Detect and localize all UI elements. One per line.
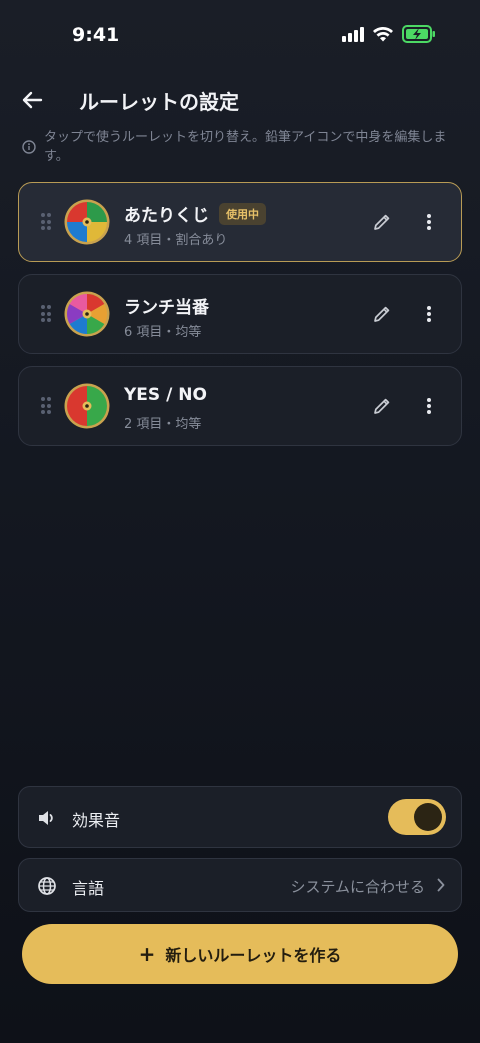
page-title: ルーレットの設定 — [79, 90, 239, 114]
battery-charging-icon — [402, 25, 435, 43]
toggle-knob — [414, 803, 442, 831]
edit-button[interactable] — [369, 209, 395, 235]
create-roulette-label: 新しいルーレットを作る — [165, 946, 342, 965]
back-button[interactable] — [16, 84, 48, 116]
plus-icon: + — [138, 942, 156, 966]
sound-toggle[interactable] — [388, 799, 446, 835]
roulette-wheel-icon — [64, 291, 110, 337]
chevron-right-icon — [437, 878, 445, 892]
pencil-icon — [374, 306, 390, 322]
language-setting-row[interactable]: 言語 システムに合わせる — [18, 858, 462, 912]
status-bar: 9:41 — [0, 0, 480, 70]
status-icons — [342, 25, 436, 43]
roulette-card[interactable]: あたりくじ 使用中 4 項目・割合あり — [18, 182, 462, 262]
roulette-subtitle: 4 項目・割合あり — [124, 233, 228, 248]
edit-button[interactable] — [369, 393, 395, 419]
pencil-icon — [374, 398, 390, 414]
sound-label: 効果音 — [72, 811, 121, 830]
roulette-name: ランチ当番 — [124, 298, 209, 318]
roulette-card[interactable]: ランチ当番 6 項目・均等 — [18, 274, 462, 354]
roulette-subtitle: 2 項目・均等 — [124, 417, 202, 432]
language-label: 言語 — [72, 879, 105, 898]
more-options-button[interactable] — [417, 393, 441, 419]
drag-handle-icon[interactable] — [41, 305, 51, 323]
active-badge: 使用中 — [219, 202, 266, 225]
create-roulette-button[interactable]: + 新しいルーレットを作る — [22, 924, 458, 984]
hint-text: タップで使うルーレットを切り替え。鉛筆アイコンで中身を編集します。 — [44, 130, 447, 164]
more-options-button[interactable] — [417, 301, 441, 327]
drag-handle-icon[interactable] — [41, 213, 51, 231]
speaker-icon — [39, 811, 53, 825]
more-options-button[interactable] — [417, 209, 441, 235]
roulette-title-row: ランチ当番 — [124, 293, 209, 318]
globe-icon — [38, 877, 56, 895]
header: ルーレットの設定 — [0, 80, 480, 120]
roulette-subtitle: 6 項目・均等 — [124, 325, 202, 340]
roulette-card[interactable]: YES / NO 2 項目・均等 — [18, 366, 462, 446]
more-vertical-icon — [427, 398, 431, 414]
more-vertical-icon — [427, 306, 431, 322]
status-time: 9:41 — [72, 24, 120, 46]
info-icon — [22, 140, 36, 154]
roulette-wheel-icon — [64, 199, 110, 245]
roulette-title-row: あたりくじ 使用中 — [124, 201, 266, 226]
cellular-signal-icon — [342, 26, 364, 42]
roulette-name: あたりくじ — [124, 206, 209, 226]
hint: タップで使うルーレットを切り替え。鉛筆アイコンで中身を編集します。 — [22, 128, 462, 166]
drag-handle-icon[interactable] — [41, 397, 51, 415]
arrow-left-icon — [22, 91, 43, 109]
pencil-icon — [374, 214, 390, 230]
roulette-title-row: YES / NO — [124, 385, 207, 405]
more-vertical-icon — [427, 214, 431, 230]
language-value: システムに合わせる — [290, 878, 425, 896]
roulette-name: YES / NO — [124, 385, 207, 405]
wifi-icon — [373, 27, 393, 42]
edit-button[interactable] — [369, 301, 395, 327]
sound-setting-row[interactable]: 効果音 — [18, 786, 462, 848]
roulette-wheel-icon — [64, 383, 110, 429]
